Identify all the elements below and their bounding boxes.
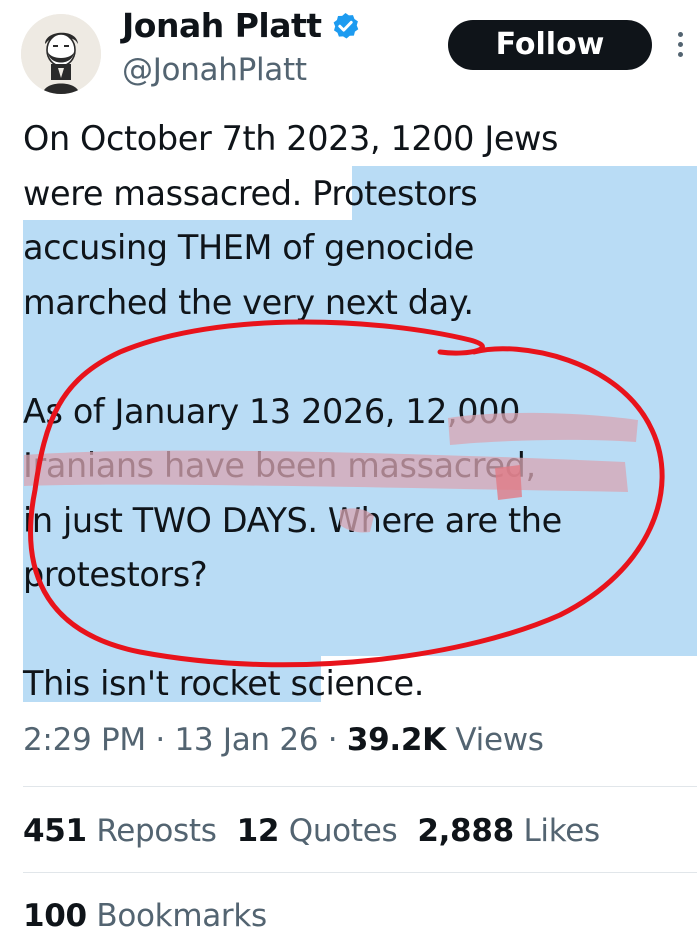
likes-label: Likes xyxy=(523,813,600,849)
quotes-label: Quotes xyxy=(288,813,398,849)
views-label: Views xyxy=(455,722,544,758)
separator: · xyxy=(318,722,347,758)
quotes-count: 12 xyxy=(236,813,280,849)
author-name-row[interactable]: Jonah Platt xyxy=(122,4,361,48)
divider xyxy=(23,786,697,787)
reposts-count: 451 xyxy=(23,813,87,849)
avatar[interactable] xyxy=(21,14,101,94)
verified-badge-icon xyxy=(333,12,358,39)
bookmarks-count: 100 xyxy=(23,898,87,934)
tweet-line: This isn't rocket science. xyxy=(23,664,424,703)
tweet-text: On October 7th 2023, 1200 Jews were mass… xyxy=(23,112,683,712)
tweet-meta: 2:29 PM · 13 Jan 26 · 39.2K Views xyxy=(23,718,544,762)
engagement-stats: 451 Reposts 12 Quotes 2,888 Likes xyxy=(23,808,620,854)
tweet-line: Iranians have been massacred, xyxy=(23,446,536,485)
tweet-line: On October 7th 2023, 1200 Jews xyxy=(23,119,559,158)
follow-button[interactable]: Follow xyxy=(448,20,652,70)
bookmarks-label: Bookmarks xyxy=(96,898,267,934)
divider xyxy=(23,872,697,873)
quotes-stat[interactable]: 12 Quotes xyxy=(237,808,398,854)
tweet-line: marched the very next day. xyxy=(23,282,474,322)
likes-stat[interactable]: 2,888 Likes xyxy=(417,808,600,854)
tweet-time[interactable]: 2:29 PM xyxy=(23,722,146,758)
reposts-stat[interactable]: 451 Reposts xyxy=(23,808,217,854)
tweet-line: were massacred. Protestors xyxy=(23,173,478,213)
tweet-line: protestors? xyxy=(23,555,208,594)
bearded-man-portrait-avatar-icon xyxy=(21,14,101,94)
tweet-line: accusing THEM of genocide xyxy=(23,228,475,267)
likes-count: 2,888 xyxy=(417,813,514,849)
author-handle[interactable]: @JonahPlatt xyxy=(122,50,307,90)
tweet-line: in just TWO DAYS. Where are the xyxy=(23,500,562,540)
bookmarks-stat[interactable]: 100 Bookmarks xyxy=(23,893,267,939)
views-count[interactable]: 39.2K xyxy=(347,722,446,758)
author-display-name[interactable]: Jonah Platt xyxy=(122,4,322,48)
tweet-date[interactable]: 13 Jan 26 xyxy=(174,722,318,758)
more-vertical-icon[interactable] xyxy=(674,32,686,62)
separator: · xyxy=(145,722,175,758)
reposts-label: Reposts xyxy=(96,813,217,849)
tweet-line: As of January 13 2026, 12,000 xyxy=(23,391,521,431)
